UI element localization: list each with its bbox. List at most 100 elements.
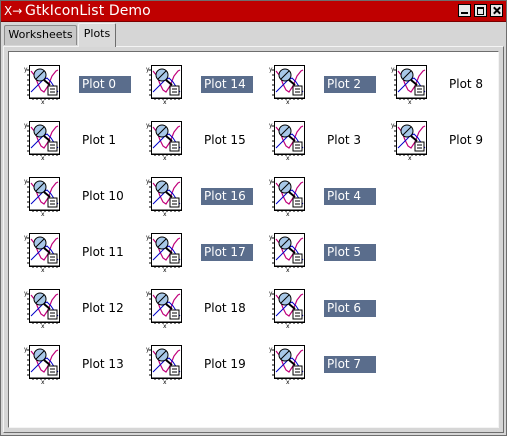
plot-list-item[interactable]: y x Plot 2	[268, 62, 386, 106]
plot-thumbnail-icon: y x	[268, 62, 308, 106]
svg-text:x: x	[41, 211, 45, 216]
plot-item-label: Plot 14	[201, 76, 253, 93]
plot-item-label: Plot 8	[449, 77, 484, 91]
plot-item-label: Plot 11	[82, 245, 124, 259]
plot-thumbnail-icon: y x	[145, 118, 185, 162]
plot-thumbnail-icon: y x	[390, 62, 430, 106]
svg-text:y: y	[269, 234, 273, 241]
plot-list-item[interactable]: y x Plot 18	[145, 286, 263, 330]
svg-text:y: y	[24, 290, 28, 297]
svg-text:x: x	[286, 99, 290, 104]
svg-text:x: x	[408, 155, 412, 160]
svg-text:y: y	[269, 290, 273, 297]
plot-item-label: Plot 18	[204, 301, 246, 315]
svg-text:y: y	[24, 122, 28, 129]
svg-text:x: x	[286, 323, 290, 328]
plot-item-label: Plot 17	[201, 244, 253, 261]
svg-text:x: x	[41, 155, 45, 160]
plot-thumbnail-icon: y x	[23, 62, 63, 106]
svg-text:y: y	[146, 290, 150, 297]
svg-text:y: y	[146, 178, 150, 185]
plot-list-item[interactable]: y x Plot 7	[268, 342, 386, 386]
close-button[interactable]	[490, 4, 503, 17]
svg-text:x: x	[286, 155, 290, 160]
plot-item-label: Plot 6	[324, 300, 376, 317]
svg-text:x: x	[286, 379, 290, 384]
svg-text:y: y	[391, 122, 395, 129]
tab-worksheets[interactable]: Worksheets	[4, 25, 77, 45]
plot-thumbnail-icon: y x	[23, 118, 63, 162]
svg-text:y: y	[269, 346, 273, 353]
plot-item-label: Plot 4	[324, 188, 376, 205]
svg-text:x: x	[163, 211, 167, 216]
plot-list-item[interactable]: y x Plot 11	[23, 230, 141, 274]
plot-thumbnail-icon: y x	[390, 118, 430, 162]
plot-list-item[interactable]: y x Plot 14	[145, 62, 263, 106]
plot-item-label: Plot 7	[324, 356, 376, 373]
close-icon	[491, 5, 502, 16]
svg-text:y: y	[24, 234, 28, 241]
svg-text:y: y	[146, 122, 150, 129]
plot-list-item[interactable]: y x Plot 4	[268, 174, 386, 218]
plot-list-item[interactable]: y x Plot 19	[145, 342, 263, 386]
svg-text:x: x	[163, 323, 167, 328]
plot-item-label: Plot 12	[82, 301, 124, 315]
plot-list-item[interactable]: y x Plot 13	[23, 342, 141, 386]
svg-text:y: y	[269, 178, 273, 185]
svg-text:x: x	[408, 99, 412, 104]
plot-thumbnail-icon: y x	[145, 174, 185, 218]
plot-thumbnail-icon: y x	[23, 230, 63, 274]
plot-item-label: Plot 13	[82, 357, 124, 371]
svg-text:x: x	[41, 379, 45, 384]
tab-plots[interactable]: Plots	[78, 23, 116, 47]
svg-text:y: y	[146, 66, 150, 73]
plot-item-label: Plot 9	[449, 133, 484, 147]
maximize-button[interactable]	[474, 4, 487, 17]
plot-thumbnail-icon: y x	[268, 174, 308, 218]
plot-thumbnail-icon: y x	[145, 62, 185, 106]
plots-tab-panel: y x Plot 0 y x Plot 1 y x Plot 10 y x Pl…	[3, 46, 504, 433]
plot-item-label: Plot 5	[324, 244, 376, 261]
plot-thumbnail-icon: y x	[145, 230, 185, 274]
plot-thumbnail-icon: y x	[145, 286, 185, 330]
plot-item-label: Plot 2	[324, 76, 376, 93]
svg-text:y: y	[146, 234, 150, 241]
svg-text:x: x	[41, 323, 45, 328]
plot-thumbnail-icon: y x	[23, 286, 63, 330]
plot-item-label: Plot 15	[204, 133, 246, 147]
app-menu-icon[interactable]: X→	[4, 3, 22, 19]
svg-text:y: y	[24, 346, 28, 353]
plot-item-label: Plot 19	[204, 357, 246, 371]
svg-text:x: x	[163, 267, 167, 272]
plot-list-item[interactable]: y x Plot 1	[23, 118, 141, 162]
plot-list-item[interactable]: y x Plot 3	[268, 118, 386, 162]
svg-text:x: x	[41, 99, 45, 104]
plot-list-item[interactable]: y x Plot 6	[268, 286, 386, 330]
plot-thumbnail-icon: y x	[268, 118, 308, 162]
plot-item-label: Plot 1	[82, 133, 117, 147]
plot-thumbnail-icon: y x	[23, 342, 63, 386]
svg-text:x: x	[163, 155, 167, 160]
svg-text:y: y	[391, 66, 395, 73]
plot-list-item[interactable]: y x Plot 10	[23, 174, 141, 218]
plot-list-item[interactable]: y x Plot 8	[390, 62, 498, 106]
plot-thumbnail-icon: y x	[145, 342, 185, 386]
svg-text:y: y	[24, 66, 28, 73]
plot-list-item[interactable]: y x Plot 5	[268, 230, 386, 274]
title-bar[interactable]: X→ GtkIconList Demo	[1, 1, 506, 22]
svg-text:x: x	[163, 99, 167, 104]
plot-list-item[interactable]: y x Plot 16	[145, 174, 263, 218]
plot-list-item[interactable]: y x Plot 0	[23, 62, 141, 106]
plot-icon-list[interactable]: y x Plot 0 y x Plot 1 y x Plot 10 y x Pl…	[8, 51, 499, 428]
plot-list-item[interactable]: y x Plot 15	[145, 118, 263, 162]
plot-item-label: Plot 3	[327, 133, 362, 147]
plot-list-item[interactable]: y x Plot 9	[390, 118, 498, 162]
svg-text:x: x	[286, 211, 290, 216]
plot-list-item[interactable]: y x Plot 17	[145, 230, 263, 274]
plot-item-label: Plot 10	[82, 189, 124, 203]
plot-thumbnail-icon: y x	[268, 342, 308, 386]
minimize-button[interactable]	[458, 4, 471, 17]
plot-list-item[interactable]: y x Plot 12	[23, 286, 141, 330]
svg-text:y: y	[269, 66, 273, 73]
plot-item-label: Plot 16	[201, 188, 253, 205]
